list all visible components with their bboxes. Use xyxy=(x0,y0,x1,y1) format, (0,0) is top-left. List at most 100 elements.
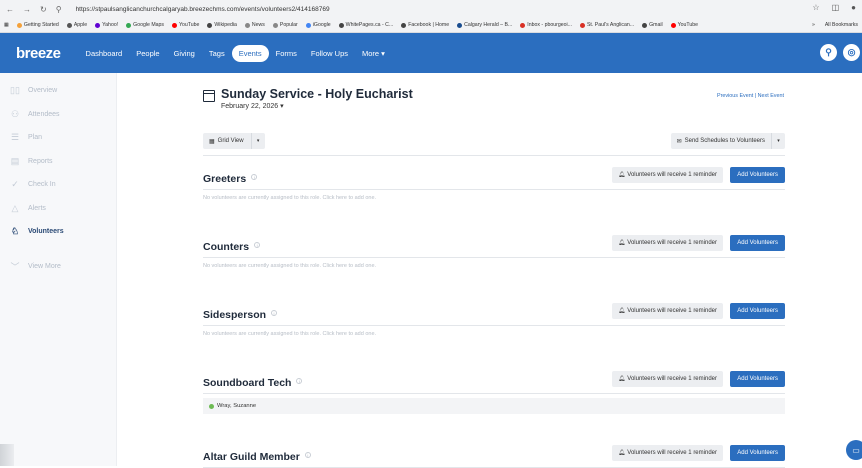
reminder-button[interactable]: 🔔︎Volunteers will receive 1 reminder xyxy=(612,371,723,387)
site-settings-icon[interactable]: ⚲ xyxy=(56,5,62,14)
all-bookmarks[interactable]: All Bookmarks xyxy=(825,22,858,28)
bookmark-label: Getting Started xyxy=(24,22,59,28)
bookmark-item[interactable]: Gmail xyxy=(642,22,663,28)
forward-icon[interactable]: → xyxy=(23,5,31,14)
sidebar-item-check-in[interactable]: ✓Check In xyxy=(0,173,116,197)
sidebar-item-overview[interactable]: ▯▯Overview xyxy=(0,79,116,103)
role-title[interactable]: Greetersi xyxy=(203,173,257,185)
nav-item-more[interactable]: More ▾ xyxy=(355,45,392,62)
event-date-dropdown[interactable]: February 22, 2026 ▾ xyxy=(221,102,413,110)
settings-icon[interactable]: ◎ xyxy=(843,44,860,61)
profile-icon[interactable]: ● xyxy=(851,3,856,12)
nav-item-people[interactable]: People xyxy=(129,45,166,62)
info-icon[interactable]: i xyxy=(296,378,302,384)
bookmark-item[interactable]: Getting Started xyxy=(17,22,59,28)
bookmark-item[interactable]: YouTube xyxy=(671,22,698,28)
bookmark-item[interactable]: Yahoo! xyxy=(95,22,118,28)
star-icon[interactable]: ☆ xyxy=(812,3,819,12)
apps-icon[interactable]: ▦ xyxy=(4,22,9,28)
reminder-button[interactable]: 🔔︎Volunteers will receive 1 reminder xyxy=(612,445,723,461)
nav-item-events[interactable]: Events xyxy=(232,45,269,62)
reminder-button[interactable]: 🔔︎Volunteers will receive 1 reminder xyxy=(612,167,723,183)
reminder-label: Volunteers will receive 1 reminder xyxy=(627,450,717,456)
sidebar-item-plan[interactable]: ☰Plan xyxy=(0,126,116,150)
extensions-icon[interactable]: ◫ xyxy=(832,3,840,12)
add-volunteers-button[interactable]: Add Volunteers xyxy=(730,167,785,183)
nav-item-giving[interactable]: Giving xyxy=(167,45,202,62)
add-volunteers-button[interactable]: Add Volunteers xyxy=(730,371,785,387)
empty-role-message[interactable]: No volunteers are currently assigned to … xyxy=(203,331,376,337)
send-schedules-button[interactable]: ✉Send Schedules to Volunteers ▾ xyxy=(671,133,785,149)
bookmark-item[interactable]: Apple xyxy=(67,22,87,28)
bookmark-favicon-icon xyxy=(273,23,278,28)
bookmark-favicon-icon xyxy=(580,23,585,28)
bookmark-label: Facebook | Home xyxy=(408,22,449,28)
reload-icon[interactable]: ↻ xyxy=(40,5,47,14)
back-icon[interactable]: ← xyxy=(6,5,14,14)
divider xyxy=(203,155,785,156)
chat-icon[interactable]: ▭ xyxy=(846,440,862,460)
event-pagination-links[interactable]: Previous Event | Next Event xyxy=(717,93,784,99)
bookmark-item[interactable]: iGoogle xyxy=(306,22,331,28)
bookmark-item[interactable]: WhitePages.ca - C... xyxy=(339,22,394,28)
empty-role-message[interactable]: No volunteers are currently assigned to … xyxy=(203,263,376,269)
role-name-text: Sidesperson xyxy=(203,309,266,321)
bookmark-item[interactable]: Facebook | Home xyxy=(401,22,449,28)
bookmark-label: YouTube xyxy=(678,22,698,28)
info-icon[interactable]: i xyxy=(271,310,277,316)
role-title[interactable]: Soundboard Tech i xyxy=(203,377,302,389)
send-schedules-label: Send Schedules to Volunteers xyxy=(685,138,765,144)
sidebar-item-alerts[interactable]: △Alerts xyxy=(0,197,116,221)
nav-item-follow-ups[interactable]: Follow Ups xyxy=(304,45,355,62)
bell-icon: 🔔︎ xyxy=(618,172,625,178)
bell-icon: 🔔︎ xyxy=(618,376,625,382)
sidebar-item-label: Overview xyxy=(28,87,57,94)
assigned-volunteer[interactable]: Wray, Suzanne xyxy=(203,398,785,414)
add-volunteers-button[interactable]: Add Volunteers xyxy=(730,445,785,461)
nav-item-tags[interactable]: Tags xyxy=(202,45,232,62)
bell-icon: △ xyxy=(10,203,20,214)
breeze-logo[interactable]: breeze xyxy=(16,45,61,62)
grid-view-button[interactable]: ▦Grid View ▾ xyxy=(203,133,265,149)
info-icon[interactable]: i xyxy=(251,174,257,180)
empty-role-message[interactable]: No volunteers are currently assigned to … xyxy=(203,195,376,201)
bell-icon: 🔔︎ xyxy=(618,240,625,246)
bookmark-item[interactable]: Calgary Herald – B... xyxy=(457,22,512,28)
role-title[interactable]: Sidesperson i xyxy=(203,309,277,321)
bookmark-item[interactable]: Google Maps xyxy=(126,22,164,28)
chevron-down-icon[interactable]: ▾ xyxy=(251,133,265,149)
address-bar[interactable]: https://stpaulsanglicanchurchcalgaryab.b… xyxy=(76,6,330,13)
info-icon[interactable]: i xyxy=(254,242,260,248)
role-title[interactable]: Counters i xyxy=(203,241,260,253)
role-name-text: Counters xyxy=(203,241,249,253)
more-bookmarks-icon[interactable]: » xyxy=(812,22,815,28)
nav-item-dashboard[interactable]: Dashboard xyxy=(79,45,130,62)
sidebar-item-attendees[interactable]: ⚇Attendees xyxy=(0,103,116,127)
url-text[interactable]: https://stpaulsanglicanchurchcalgaryab.b… xyxy=(76,6,330,13)
bookmark-label: St. Paul's Anglican... xyxy=(587,22,634,28)
role-name-text: Soundboard Tech xyxy=(203,377,291,389)
person-icon: ⚇ xyxy=(10,109,20,120)
volunteer-icon: ♘ xyxy=(10,226,20,237)
add-volunteers-button[interactable]: Add Volunteers xyxy=(730,235,785,251)
search-icon[interactable]: ⚲ xyxy=(820,44,837,61)
reminder-label: Volunteers will receive 1 reminder xyxy=(627,308,717,314)
bookmark-item[interactable]: News xyxy=(245,22,265,28)
sidebar-item-reports[interactable]: ▤Reports xyxy=(0,150,116,174)
chevron-down-icon[interactable]: ▾ xyxy=(771,133,785,149)
bookmark-item[interactable]: YouTube xyxy=(172,22,199,28)
role-title[interactable]: Altar Guild Memberi xyxy=(203,451,311,463)
reminder-button[interactable]: 🔔︎Volunteers will receive 1 reminder xyxy=(612,235,723,251)
bookmark-favicon-icon xyxy=(17,23,22,28)
add-volunteers-button[interactable]: Add Volunteers xyxy=(730,303,785,319)
info-icon[interactable]: i xyxy=(305,452,311,458)
reminder-button[interactable]: 🔔︎Volunteers will receive 1 reminder xyxy=(612,303,723,319)
bookmark-item[interactable]: Popular xyxy=(273,22,298,28)
sidebar-item-volunteers[interactable]: ♘Volunteers xyxy=(0,220,116,244)
sidebar-view-more[interactable]: ﹀View More xyxy=(0,255,116,279)
bookmark-label: iGoogle xyxy=(313,22,331,28)
bookmark-item[interactable]: St. Paul's Anglican... xyxy=(580,22,634,28)
nav-item-forms[interactable]: Forms xyxy=(269,45,304,62)
bookmark-item[interactable]: Inbox - pbourgeoi... xyxy=(520,22,572,28)
bookmark-item[interactable]: Wikipedia xyxy=(207,22,237,28)
